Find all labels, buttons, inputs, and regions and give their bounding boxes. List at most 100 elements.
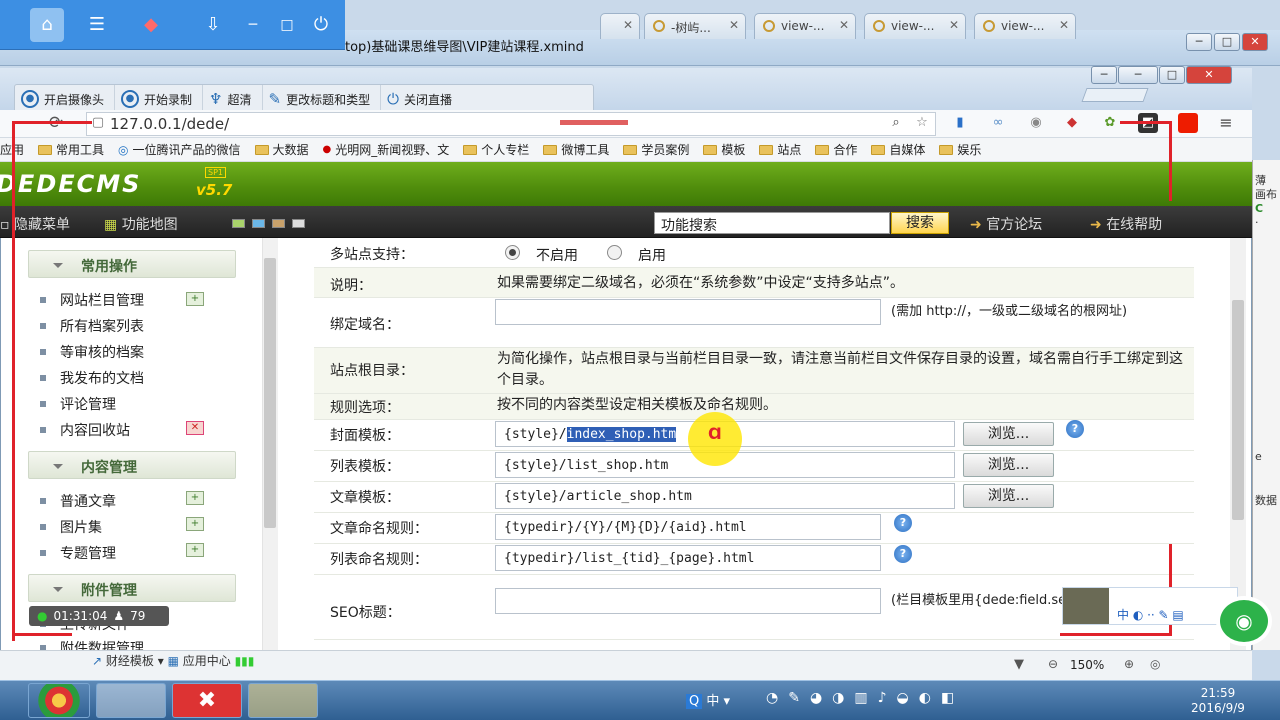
url-text[interactable]: 127.0.0.1/dede/: [110, 115, 229, 133]
link-icon[interactable]: ∞: [988, 113, 1008, 133]
theme-swatch[interactable]: [232, 219, 245, 228]
browser-tab[interactable]: view-... ✕: [974, 13, 1076, 39]
zoom-out-icon[interactable]: ⊖: [1048, 657, 1058, 671]
delete-icon[interactable]: ✕: [186, 421, 204, 435]
sidebar-item-attachment-data[interactable]: 附件数据管理: [40, 638, 144, 650]
browse-cover-button[interactable]: 浏览...: [963, 422, 1054, 446]
minimize-icon[interactable]: ─: [1091, 66, 1117, 84]
hide-menu-link[interactable]: ▫ 隐藏菜单: [0, 214, 70, 234]
bookmark-item[interactable]: 娱乐: [939, 141, 981, 158]
zoom-reset-icon[interactable]: ◎: [1150, 657, 1160, 671]
sidebar-scrollbar-thumb[interactable]: [264, 258, 276, 528]
bookmark-item[interactable]: 个人专栏: [463, 141, 529, 158]
maximize-icon[interactable]: □: [1159, 66, 1185, 84]
power-icon[interactable]: ⏻: [304, 8, 338, 42]
gear-icon[interactable]: ✿: [1100, 113, 1120, 133]
taskbar-chrome[interactable]: [28, 683, 90, 718]
browse-article-button[interactable]: 浏览...: [963, 484, 1054, 508]
theme-swatch[interactable]: [292, 219, 305, 228]
edit-title-button[interactable]: ✎ 更改标题和类型: [263, 85, 382, 113]
list-icon[interactable]: ☰: [80, 8, 114, 42]
taskbar-app[interactable]: [96, 683, 166, 718]
sidebar-section-common[interactable]: 常用操作: [28, 250, 236, 278]
sidebar-item-article[interactable]: 普通文章: [40, 491, 116, 511]
forum-link[interactable]: ➜ 官方论坛: [970, 214, 1042, 234]
ime-toolbar[interactable]: 中 ◐ ·· ✎ ▤: [1062, 587, 1238, 625]
sidebar-item-comments[interactable]: 评论管理: [40, 394, 116, 414]
eye-icon[interactable]: ◉: [1026, 113, 1046, 133]
camera-button[interactable]: ● 开启摄像头: [15, 85, 116, 113]
minimize-icon[interactable]: ─: [1186, 33, 1212, 51]
maximize-icon[interactable]: □: [1214, 33, 1240, 51]
sidebar-item-all-archives[interactable]: 所有档案列表: [40, 316, 144, 336]
tray-ime[interactable]: Q 中 ▾: [686, 690, 730, 709]
sidebar-item-my-docs[interactable]: 我发布的文档: [40, 368, 144, 388]
quality-button[interactable]: ♆ 超清: [203, 85, 263, 113]
minimize-icon[interactable]: ─: [1118, 66, 1158, 84]
sidebar-item-recycle[interactable]: 内容回收站: [40, 420, 130, 440]
browse-list-button[interactable]: 浏览...: [963, 453, 1054, 477]
bookmark-item[interactable]: 站点: [759, 141, 801, 158]
new-tab-button[interactable]: [1081, 88, 1149, 102]
taskbar-app[interactable]: [248, 683, 318, 718]
gamepad-icon[interactable]: ◆: [134, 8, 168, 42]
download-icon[interactable]: ⇩: [196, 8, 230, 42]
close-icon[interactable]: ✕: [1186, 66, 1232, 84]
zoom-in-icon[interactable]: ⊕: [1124, 657, 1134, 671]
close-tab-icon[interactable]: ✕: [729, 18, 739, 32]
browser-tab[interactable]: view-... ✕: [754, 13, 856, 39]
star-icon[interactable]: ☆: [912, 113, 932, 133]
bookmark-item[interactable]: 合作: [815, 141, 857, 158]
help-link[interactable]: ➜ 在线帮助: [1090, 214, 1162, 234]
zoom-icon[interactable]: ⌕: [886, 113, 906, 133]
theme-swatch[interactable]: [252, 219, 265, 228]
background-window-controls[interactable]: ─ □ ✕: [1186, 33, 1268, 51]
bookmark-item[interactable]: 自媒体: [871, 141, 925, 158]
bookmark-item[interactable]: 大数据: [254, 141, 309, 158]
sidebar-item-pending[interactable]: 等审核的档案: [40, 342, 144, 362]
browser-tab[interactable]: view-... ✕: [864, 13, 966, 39]
article-naming-input[interactable]: {typedir}/{Y}/{M}{D}/{aid}.html: [495, 514, 881, 540]
minimize-icon[interactable]: ─: [236, 8, 270, 42]
function-map-link[interactable]: ▦ 功能地图: [104, 214, 178, 234]
sidebar-item-gallery[interactable]: 图片集: [40, 517, 102, 537]
home-icon[interactable]: ⌂: [30, 8, 64, 42]
bookmark-item[interactable]: 模板: [703, 141, 745, 158]
bookmark-item[interactable]: 学员案例: [623, 141, 689, 158]
clock[interactable]: 21:59 2016/9/9: [1188, 686, 1248, 716]
browser-tab[interactable]: ✕: [600, 13, 640, 39]
search-button[interactable]: 搜索: [891, 212, 949, 234]
content-scrollbar-thumb[interactable]: [1232, 300, 1244, 520]
record-button[interactable]: ● 开始录制: [115, 85, 204, 113]
sidebar-item-columns[interactable]: 网站栏目管理: [40, 290, 144, 310]
article-template-input[interactable]: {style}/article_shop.htm: [495, 483, 955, 509]
function-search-input[interactable]: 功能搜索: [654, 212, 890, 234]
bind-domain-input[interactable]: [495, 299, 881, 325]
close-icon[interactable]: ✕: [1242, 33, 1268, 51]
close-tab-icon[interactable]: ✕: [839, 18, 849, 32]
sidebar-section-attachments[interactable]: 附件管理: [28, 574, 236, 602]
add-icon[interactable]: +: [186, 543, 204, 557]
add-icon[interactable]: +: [186, 517, 204, 531]
bookmark-item[interactable]: 常用工具: [38, 141, 104, 158]
theme-swatch[interactable]: [272, 219, 285, 228]
sidebar-item-topics[interactable]: 专题管理: [40, 543, 116, 563]
wifi-icon[interactable]: ◉: [1216, 596, 1272, 646]
extension-icon[interactable]: [1178, 113, 1198, 133]
taskbar-xmind[interactable]: ✖: [172, 683, 242, 718]
help-icon[interactable]: ?: [1066, 420, 1084, 438]
add-icon[interactable]: +: [186, 292, 204, 306]
restore-icon[interactable]: □: [270, 8, 304, 42]
bookmark-item[interactable]: ● 光明网_新闻视野、文: [323, 141, 450, 158]
stop-live-button[interactable]: ⏻ 关闭直播: [381, 85, 462, 113]
extension-icon[interactable]: ◆: [1062, 113, 1082, 133]
close-tab-icon[interactable]: ✕: [1059, 18, 1069, 32]
help-icon[interactable]: ?: [894, 514, 912, 532]
sidebar-section-content[interactable]: 内容管理: [28, 451, 236, 479]
browser-tab[interactable]: -树屿... ✕: [644, 13, 746, 39]
chart-icon[interactable]: ▮: [950, 113, 970, 133]
close-tab-icon[interactable]: ✕: [623, 18, 633, 32]
help-icon[interactable]: ?: [894, 545, 912, 563]
tray-icons[interactable]: ◔✎◕◑▥♪◒◐◧: [766, 690, 964, 706]
add-icon[interactable]: +: [186, 491, 204, 505]
